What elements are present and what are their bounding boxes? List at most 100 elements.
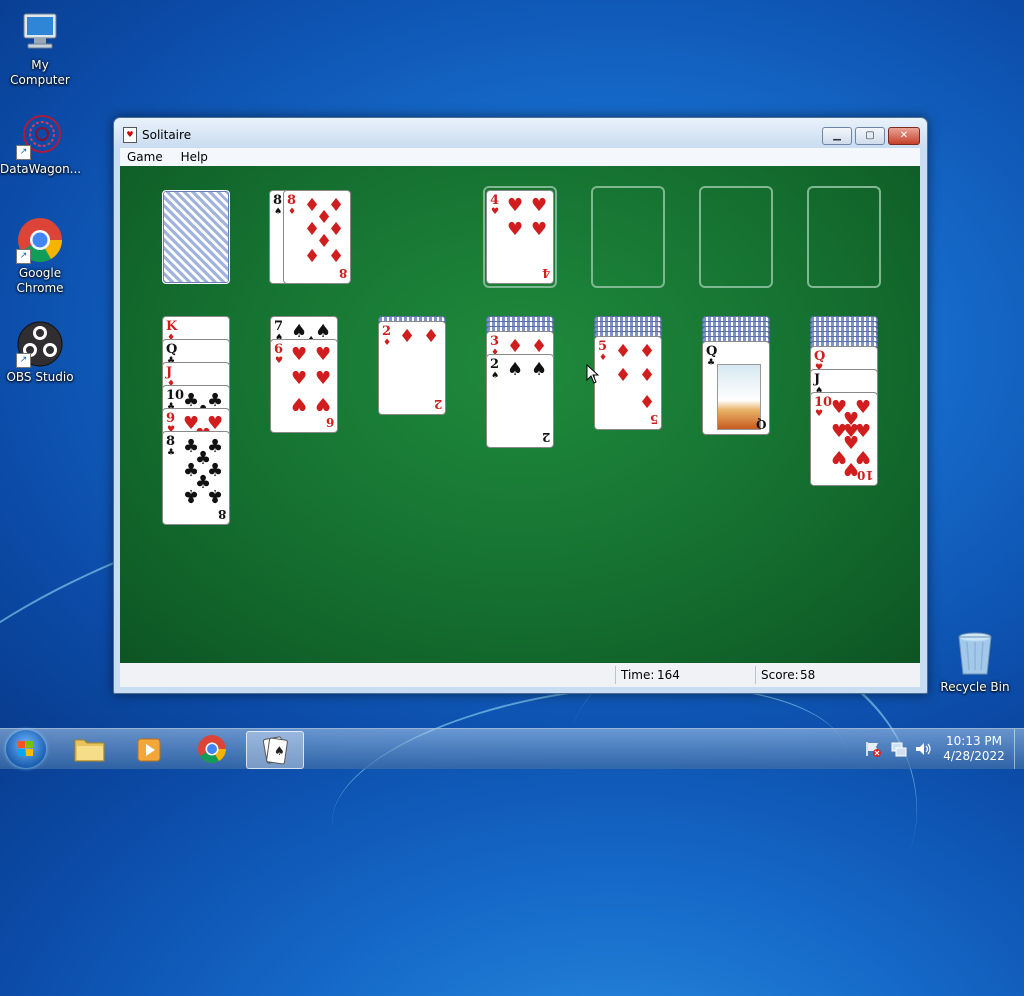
score-label: Score:	[761, 668, 799, 682]
suit-pip: ♣	[195, 448, 212, 469]
suit-pip: ♦	[639, 365, 656, 386]
desktop-icon-label: DataWagon...	[0, 162, 82, 176]
card-rank: 8	[287, 193, 297, 208]
face-card-artwork	[717, 364, 761, 430]
status-separator	[615, 666, 616, 684]
suit-pip: ♥	[507, 195, 524, 216]
tableau-card[interactable]: 2 ♦ ♦ ♦ 2	[378, 321, 446, 415]
tableau-card[interactable]: Q♣Q	[702, 341, 770, 435]
volume-icon[interactable]	[914, 740, 932, 758]
card-rank: 4	[490, 193, 500, 208]
chrome-icon	[198, 735, 226, 763]
card-suit: ♦	[383, 338, 392, 348]
card-rank: Q	[166, 342, 178, 357]
menu-bar: Game Help	[120, 148, 920, 166]
svg-text:♠: ♠	[274, 744, 285, 758]
card-suit: ♥	[815, 409, 824, 419]
tableau-card[interactable]: 10 ♥ ♥ ♥ ♥ ♥ ♥ ♥ ♥ ♥ ♥ ♥ 10	[810, 392, 878, 486]
desktop-icon-label: OBS Studio	[6, 370, 74, 384]
tableau-card[interactable]: 5 ♦ ♦ ♦ ♦ ♦ ♦ 5	[594, 336, 662, 430]
taskbar: ♠ 10:13 PM 4/28/2022	[0, 728, 1024, 769]
card-rank-corner: 6	[325, 415, 334, 429]
suit-pip: ♦	[399, 326, 416, 347]
card-rank: J	[814, 372, 821, 387]
suit-pip: ♦	[316, 207, 333, 228]
suit-pip: ♥	[291, 368, 308, 389]
card-rank-corner: 10	[857, 468, 874, 482]
obs-icon: ↗	[16, 320, 64, 368]
suit-pip: ♦	[615, 365, 632, 386]
window-titlebar[interactable]: ♥ Solitaire ▁ ▢ ✕	[114, 118, 927, 148]
taskbar-media-player[interactable]	[122, 731, 178, 767]
card-suit: ♦	[288, 207, 297, 217]
datawagon-icon: ↗	[16, 112, 64, 160]
foundation-slot-empty[interactable]	[591, 186, 665, 288]
desktop-icon-recycle-bin[interactable]: Recycle Bin	[935, 630, 1015, 695]
solitaire-window: ♥ Solitaire ▁ ▢ ✕ Game Help 8♠♠♠♠♠♠♠♠♠88…	[113, 117, 928, 694]
show-desktop-button[interactable]	[1014, 729, 1024, 769]
foundation-card[interactable]: 4 ♥ ♥ ♥ ♥ ♥ 4	[486, 190, 554, 284]
card-rank: 10	[166, 388, 185, 403]
tableau-card[interactable]: 2 ♠ ♠ ♠ 2	[486, 354, 554, 448]
card-suit: ♣	[167, 448, 176, 458]
desktop-icon-datawagon[interactable]: ↗ DataWagon...	[0, 112, 82, 177]
folder-icon	[74, 739, 105, 762]
card-rank: 3	[490, 334, 500, 349]
start-button[interactable]	[6, 730, 46, 768]
desktop-icon-label: Recycle Bin	[940, 680, 1010, 694]
tableau-card[interactable]: 8 ♣ ♣ ♣ ♣ ♣ ♣ ♣ ♣ ♣ 8	[162, 431, 230, 525]
taskbar-solitaire[interactable]: ♠	[246, 731, 304, 769]
computer-icon	[16, 8, 64, 56]
suit-pip: ♥	[531, 219, 548, 240]
desktop-icon-my-computer[interactable]: My Computer	[0, 8, 80, 88]
taskbar-google-chrome[interactable]	[184, 731, 240, 767]
network-icon[interactable]	[890, 740, 908, 758]
media-player-icon	[137, 738, 161, 762]
stock-pile[interactable]	[162, 190, 230, 284]
playing-card[interactable]: 8 ♦ ♦ ♦ ♦ ♦ ♦ ♦ ♦ ♦ 8	[283, 190, 351, 284]
desktop-icon-obs-studio[interactable]: ↗ OBS Studio	[0, 320, 80, 385]
window-title: Solitaire	[142, 128, 192, 142]
system-clock[interactable]: 10:13 PM 4/28/2022	[936, 734, 1012, 764]
card-rank: Q	[706, 344, 718, 359]
desktop-icon-google-chrome[interactable]: ↗ Google Chrome	[0, 216, 80, 296]
close-button[interactable]: ✕	[888, 127, 920, 145]
taskbar-file-explorer[interactable]	[62, 731, 118, 767]
card-rank-corner: Q	[755, 417, 766, 431]
recycle-bin-icon	[951, 630, 999, 678]
clock-time: 10:13 PM	[946, 734, 1002, 748]
card-rank-corner: 2	[541, 430, 550, 444]
card-suit: ♣	[707, 358, 716, 368]
foundation-slot-empty[interactable]	[807, 186, 881, 288]
menu-help[interactable]: Help	[174, 148, 215, 166]
time-value: 164	[657, 668, 680, 682]
card-suit: ♥	[275, 356, 284, 366]
clock-date: 4/28/2022	[943, 749, 1005, 763]
card-rank: 10	[814, 395, 833, 410]
card-rank: Q	[814, 349, 826, 364]
solitaire-cards-icon: ♠	[262, 736, 288, 765]
suit-pip: ♥	[291, 344, 308, 365]
status-separator	[755, 666, 756, 684]
menu-game[interactable]: Game	[120, 148, 170, 166]
solitaire-app-icon: ♥	[123, 127, 137, 143]
action-center-flag-icon[interactable]	[864, 740, 882, 758]
card-rank: J	[166, 365, 173, 380]
suit-pip: ♦	[423, 326, 440, 347]
card-rank: 7	[274, 319, 284, 334]
card-rank: 6	[274, 342, 284, 357]
card-suit: ♠	[274, 207, 283, 217]
tableau-card[interactable]: 6 ♥ ♥ ♥ ♥ ♥ ♥ ♥ 6	[270, 339, 338, 433]
foundation-slot-empty[interactable]	[699, 186, 773, 288]
game-table[interactable]: 8♠♠♠♠♠♠♠♠♠88♦♦♦♦♦♦♦♦♦84♥♥♥♥♥4K♦KQ♣QJ♦J10…	[120, 166, 920, 663]
suit-pip: ♦	[615, 341, 632, 362]
shortcut-arrow-icon: ↗	[16, 353, 31, 368]
suit-pip: ♥	[507, 219, 524, 240]
suit-pip: ♥	[843, 421, 860, 442]
windows-logo-icon	[18, 741, 33, 756]
minimize-button[interactable]: ▁	[822, 127, 852, 145]
maximize-button[interactable]: ▢	[855, 127, 885, 145]
suit-pip: ♥	[291, 393, 308, 414]
chrome-icon: ↗	[16, 216, 64, 264]
suit-pip: ♣	[195, 472, 212, 493]
